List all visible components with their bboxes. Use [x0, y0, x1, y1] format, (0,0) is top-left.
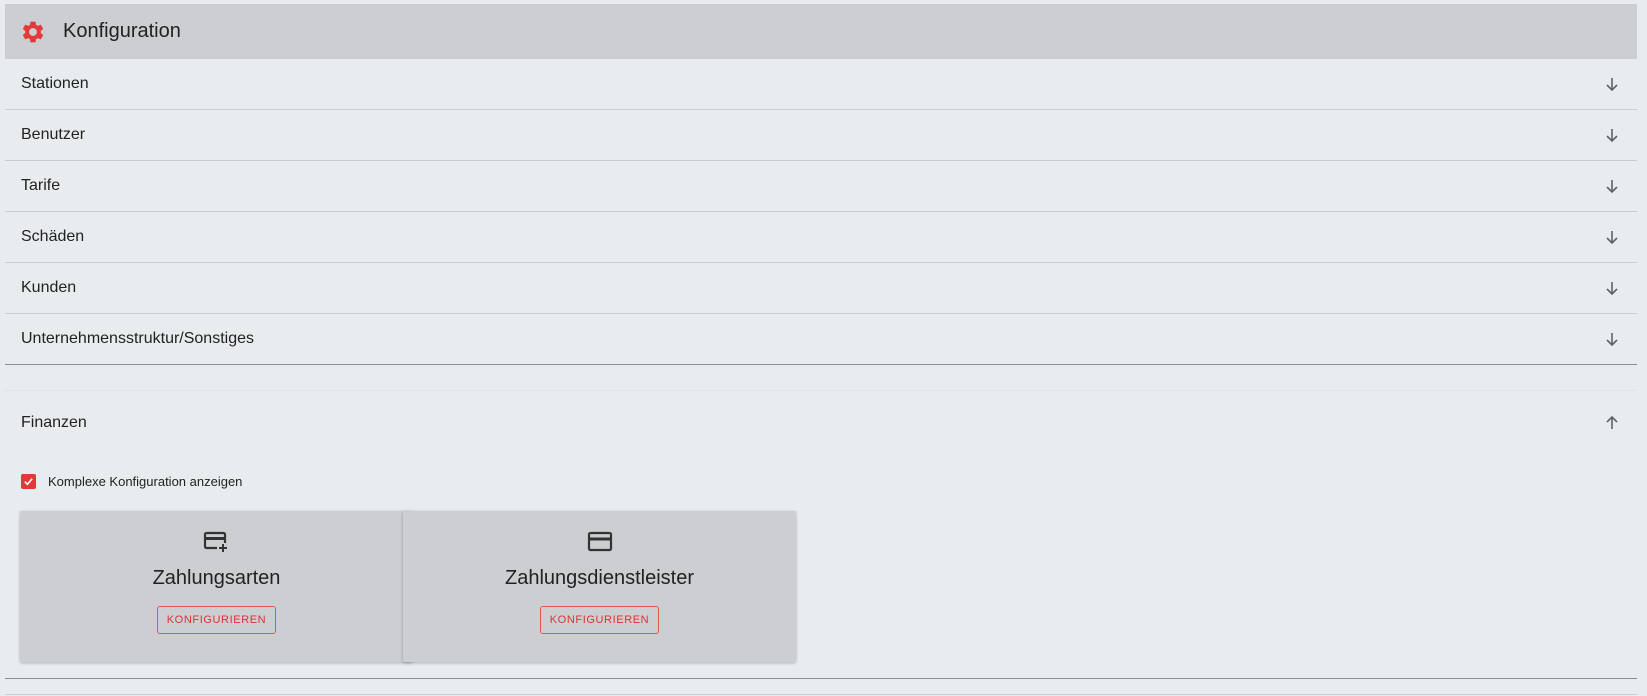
panel-finanzen-header[interactable]: Finanzen: [5, 391, 1637, 454]
checkbox-label: Komplexe Konfiguration anzeigen: [48, 474, 243, 489]
panel-label: Stationen: [21, 75, 89, 92]
card-zahlungsarten: Zahlungsarten KONFIGURIEREN: [20, 511, 413, 662]
card-zahlungsdienstleister: Zahlungsdienstleister KONFIGURIEREN: [403, 511, 796, 662]
panel-finanzen: Finanzen Komplexe Konfiguration anzeigen…: [5, 390, 1637, 679]
panel-stationen[interactable]: Stationen: [5, 59, 1637, 110]
divider: [5, 694, 1637, 695]
panel-unternehmensstruktur[interactable]: Unternehmensstruktur/Sonstiges: [5, 314, 1637, 365]
panel-kunden[interactable]: Kunden: [5, 263, 1637, 314]
credit-card-icon: [586, 529, 614, 555]
panel-benutzer[interactable]: Benutzer: [5, 110, 1637, 161]
arrow-down-icon[interactable]: [1603, 177, 1621, 195]
add-card-icon: [203, 529, 231, 555]
panel-label: Tarife: [21, 177, 61, 194]
card-title: Zahlungsdienstleister: [505, 567, 694, 589]
panel-label: Benutzer: [21, 126, 86, 143]
config-panels: Stationen Benutzer Tarife Schäden Kunden: [5, 59, 1637, 365]
configure-button[interactable]: KONFIGURIEREN: [156, 606, 277, 634]
panel-label: Kunden: [21, 279, 77, 296]
configure-button[interactable]: KONFIGURIEREN: [539, 606, 660, 634]
arrow-down-icon[interactable]: [1603, 279, 1621, 297]
panel-label: Schäden: [21, 228, 85, 245]
panel-label: Unternehmensstruktur/Sonstiges: [21, 330, 254, 347]
arrow-down-icon[interactable]: [1603, 228, 1621, 246]
panel-tarife[interactable]: Tarife: [5, 161, 1637, 212]
gear-icon: [20, 19, 46, 45]
arrow-down-icon[interactable]: [1603, 75, 1621, 93]
configuration-page: Konfiguration Stationen Benutzer Tarife …: [0, 0, 1647, 696]
complex-config-toggle[interactable]: Komplexe Konfiguration anzeigen: [21, 474, 242, 489]
page-title: Konfiguration: [63, 20, 181, 42]
arrow-down-icon[interactable]: [1603, 330, 1621, 348]
arrow-down-icon[interactable]: [1603, 126, 1621, 144]
panel-schaeden[interactable]: Schäden: [5, 212, 1637, 263]
checkbox-checked-icon[interactable]: [21, 474, 36, 489]
page-header: Konfiguration: [5, 4, 1637, 59]
arrow-up-icon[interactable]: [1603, 414, 1621, 432]
card-title: Zahlungsarten: [152, 567, 281, 589]
panel-label: Finanzen: [21, 413, 87, 431]
